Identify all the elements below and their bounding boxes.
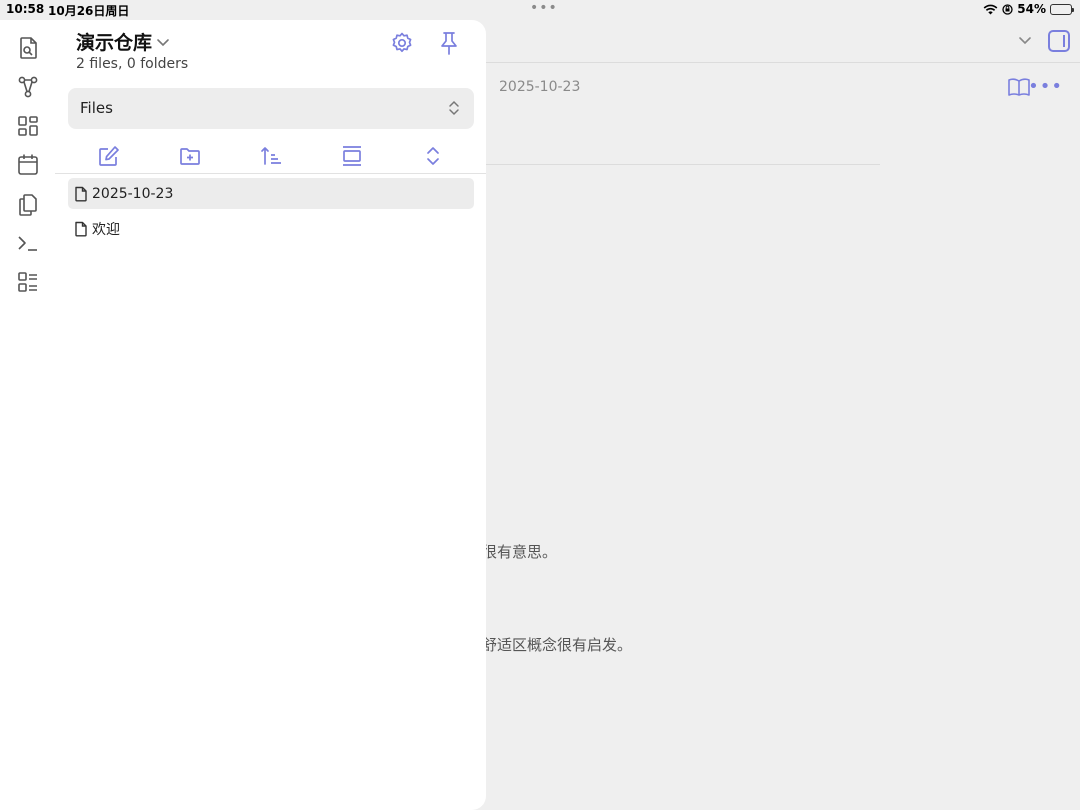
sort-order-icon[interactable] bbox=[259, 144, 283, 168]
reading-view-book-icon[interactable] bbox=[1008, 77, 1030, 97]
ribbon bbox=[14, 34, 44, 307]
file-item[interactable]: 欢迎 bbox=[68, 213, 474, 244]
quick-switcher-icon[interactable] bbox=[14, 34, 42, 62]
status-time: 10:58 bbox=[6, 2, 45, 16]
right-sidebar-toggle-icon[interactable] bbox=[1048, 30, 1070, 52]
vault-switcher[interactable]: 演示仓库 bbox=[76, 28, 170, 55]
chevron-up-down-icon bbox=[449, 100, 459, 116]
file-name: 欢迎 bbox=[92, 221, 120, 238]
command-palette-icon[interactable] bbox=[14, 229, 42, 257]
auto-reveal-icon[interactable] bbox=[340, 144, 364, 168]
chevron-down-icon bbox=[157, 38, 169, 46]
wifi-icon bbox=[983, 4, 998, 14]
bases-icon[interactable] bbox=[14, 268, 42, 296]
view-selector[interactable]: Files bbox=[68, 88, 474, 129]
editor-tab-header bbox=[486, 22, 1080, 63]
settings-gear-icon[interactable] bbox=[390, 31, 414, 55]
left-drawer: 演示仓库 2 files, 0 folders Files 2025-10-23… bbox=[0, 20, 486, 810]
daily-note-icon[interactable] bbox=[14, 151, 42, 179]
view-selector-value: Files bbox=[80, 99, 113, 117]
canvas-icon[interactable] bbox=[14, 112, 42, 140]
file-icon bbox=[75, 221, 87, 236]
note-text-line: 很有意思。 bbox=[482, 543, 558, 561]
status-indicators: 54% bbox=[983, 2, 1074, 16]
more-options-icon[interactable]: ••• bbox=[1028, 76, 1063, 97]
file-name: 2025-10-23 bbox=[92, 185, 174, 202]
note-title[interactable]: 2025-10-23 bbox=[499, 79, 580, 95]
pin-icon[interactable] bbox=[437, 30, 461, 56]
orientation-lock-icon bbox=[1002, 3, 1013, 15]
properties-divider bbox=[486, 164, 880, 165]
new-folder-icon[interactable] bbox=[178, 144, 202, 168]
file-nav-toolbar bbox=[68, 140, 474, 172]
new-note-icon[interactable] bbox=[97, 144, 121, 168]
vault-stats: 2 files, 0 folders bbox=[76, 56, 189, 72]
file-icon bbox=[75, 186, 87, 201]
file-item[interactable]: 2025-10-23 bbox=[68, 178, 474, 209]
tab-list-chevron-down-icon[interactable] bbox=[1018, 30, 1032, 50]
battery-icon bbox=[1050, 3, 1074, 15]
collapse-all-icon[interactable] bbox=[421, 144, 445, 168]
toolbar-divider bbox=[55, 173, 486, 174]
battery-percent: 54% bbox=[1017, 2, 1046, 16]
multitasking-dots[interactable]: ••• bbox=[530, 0, 558, 16]
status-date: 10月26日周日 bbox=[48, 4, 130, 18]
graph-view-icon[interactable] bbox=[14, 73, 42, 101]
templates-icon[interactable] bbox=[14, 190, 42, 218]
vault-name: 演示仓库 bbox=[76, 32, 153, 54]
note-text-line: 舒适区概念很有启发。 bbox=[482, 636, 633, 654]
